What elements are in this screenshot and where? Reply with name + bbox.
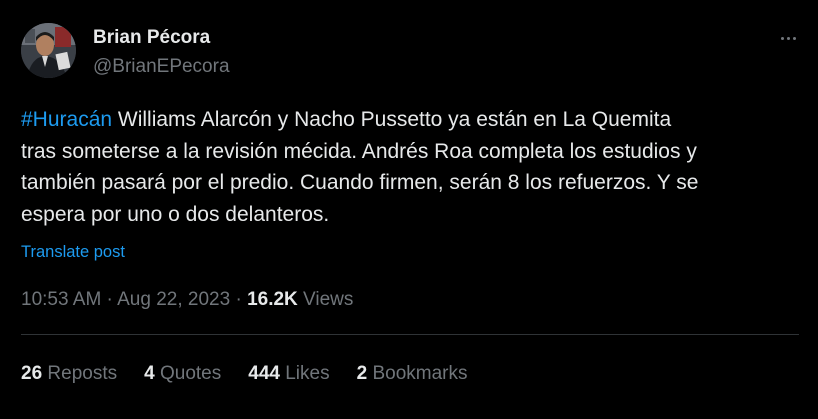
likes-label: Likes xyxy=(279,363,330,384)
likes-count: 444 xyxy=(248,363,280,384)
tweet-date[interactable]: Aug 22, 2023 xyxy=(117,289,230,310)
more-dot xyxy=(780,36,784,40)
bookmarks-stat[interactable]: 2 Bookmarks xyxy=(357,363,468,385)
more-options-icon[interactable] xyxy=(776,29,800,47)
quotes-stat[interactable]: 4 Quotes xyxy=(144,363,221,385)
divider xyxy=(21,334,799,335)
more-dot xyxy=(786,36,790,40)
quotes-count: 4 xyxy=(144,363,155,384)
tweet-time[interactable]: 10:53 AM xyxy=(21,289,101,310)
reposts-stat[interactable]: 26 Reposts xyxy=(21,363,117,385)
quotes-label: Quotes xyxy=(154,363,222,384)
hashtag-link[interactable]: #Huracán xyxy=(21,108,112,131)
tweet-text-line-1: #Huracán Williams Alarcón y Nacho Pusset… xyxy=(21,104,801,136)
bookmarks-count: 2 xyxy=(356,363,368,384)
tweet-text-line-1-rest: Williams Alarcón y Nacho Pussetto ya est… xyxy=(112,108,672,131)
avatar-image xyxy=(21,23,76,78)
translate-post-link[interactable]: Translate post xyxy=(21,243,125,262)
author-name[interactable]: Brian Pécora xyxy=(93,27,210,49)
tweet-text-line-4: espera por uno o dos delanteros. xyxy=(21,202,330,226)
tweet-meta: 10:53 AM · Aug 22, 2023 · 16.2K Views xyxy=(21,289,353,311)
tweet-text: #Huracán Williams Alarcón y Nacho Pusset… xyxy=(21,104,801,230)
reposts-count: 26 xyxy=(21,363,43,384)
views-count: 16.2K xyxy=(247,289,298,310)
more-dot xyxy=(792,36,796,40)
engagement-stats: 26 Reposts 4 Quotes 444 Likes 2 Bookmark… xyxy=(21,363,467,385)
likes-stat[interactable]: 444 Likes xyxy=(248,363,329,385)
reposts-label: Reposts xyxy=(42,363,118,384)
tweet-card: Brian Pécora @BrianEPecora #Huracán Will… xyxy=(0,0,818,419)
avatar[interactable] xyxy=(21,23,76,78)
meta-separator: · xyxy=(230,289,248,310)
bookmarks-label: Bookmarks xyxy=(367,363,468,384)
tweet-text-line-2: tras someterse a la revisión mécida. And… xyxy=(21,139,697,163)
author-handle[interactable]: @BrianEPecora xyxy=(93,56,230,78)
views-label: Views xyxy=(297,289,354,310)
tweet-text-line-3: también pasará por el predio. Cuando fir… xyxy=(21,171,699,194)
meta-separator: · xyxy=(101,289,118,310)
